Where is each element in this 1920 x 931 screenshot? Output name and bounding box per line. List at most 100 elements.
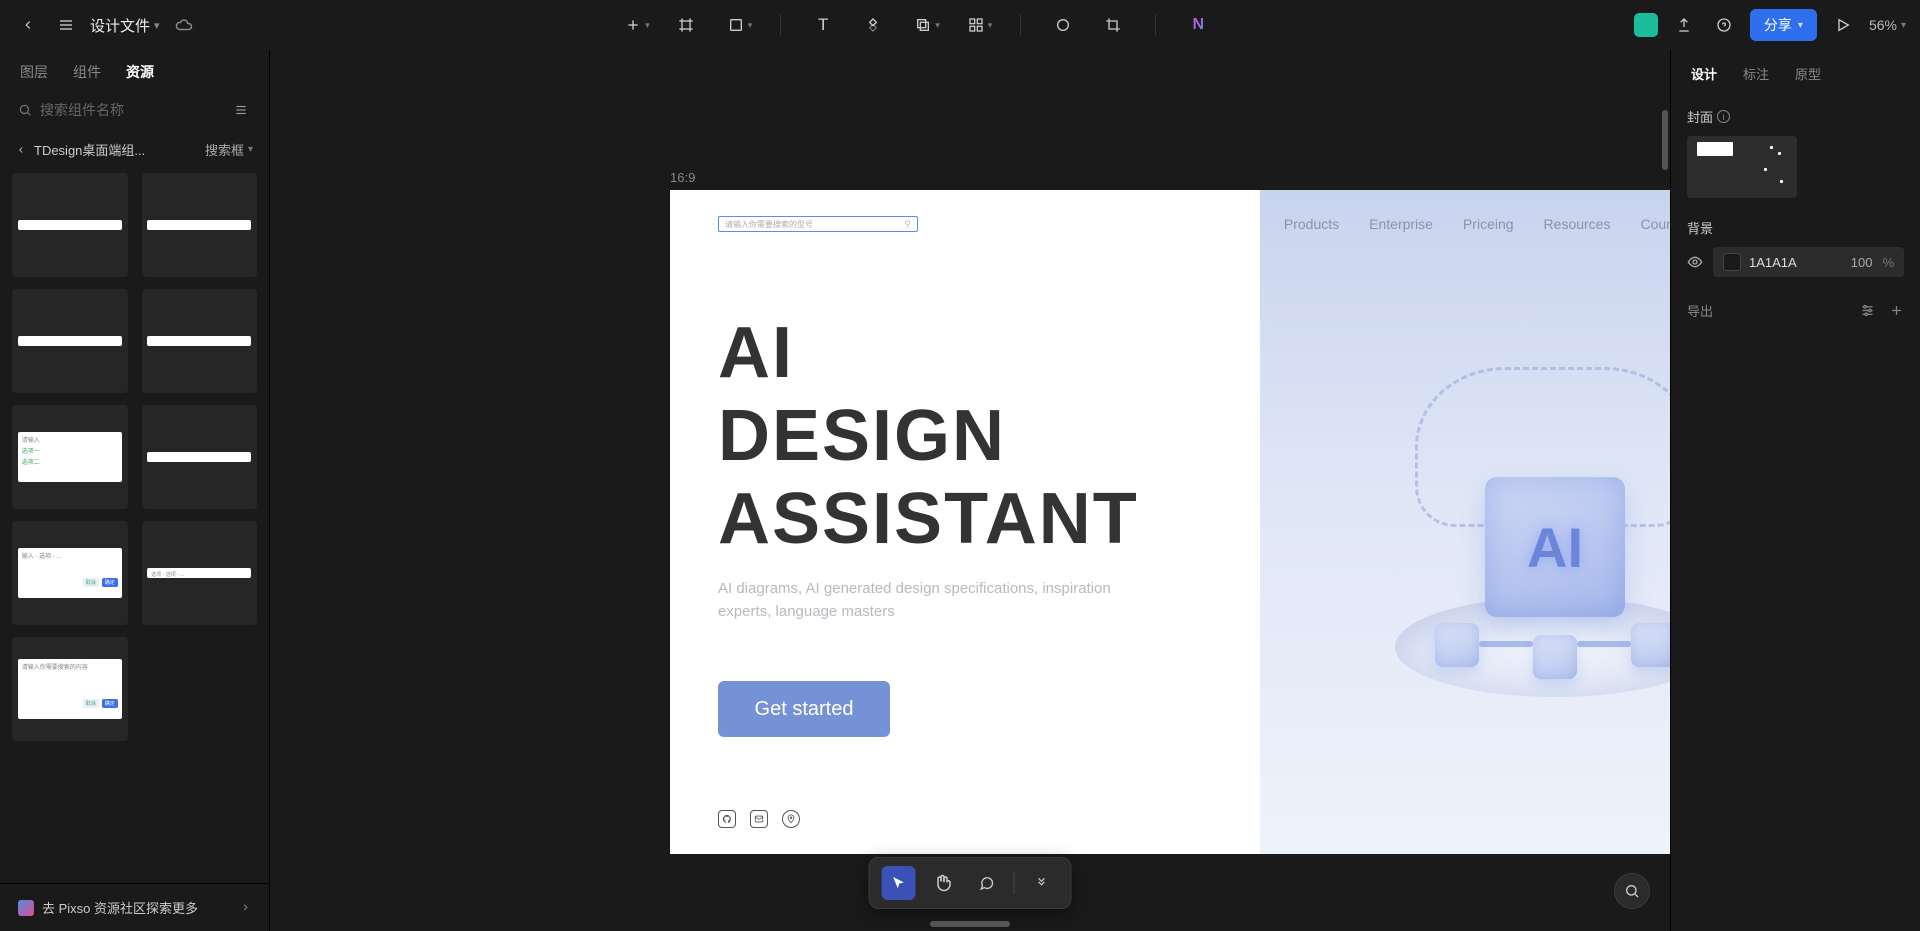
- export-section: 导出: [1671, 287, 1920, 334]
- mask-tool-icon[interactable]: [1049, 11, 1077, 39]
- nav-enterprise[interactable]: Enterprise: [1369, 216, 1433, 232]
- shape-tool[interactable]: ▾: [722, 11, 753, 39]
- tab-design[interactable]: 设计: [1691, 64, 1717, 83]
- crop-tool-icon[interactable]: [1099, 11, 1127, 39]
- frame-tool-icon[interactable]: [672, 11, 700, 39]
- tab-prototype[interactable]: 原型: [1795, 64, 1821, 83]
- rectangle-icon[interactable]: [722, 11, 750, 39]
- cursor-tool[interactable]: [882, 866, 916, 900]
- headline-2: DESIGN: [718, 395, 1212, 478]
- artboard-left: 请输入你需要搜索的型号 ⚲ AI DESIGN ASSISTANT AI dia…: [670, 190, 1260, 854]
- asset-thumb[interactable]: [142, 173, 258, 277]
- settings-icon[interactable]: [1860, 303, 1875, 318]
- location-icon[interactable]: [782, 810, 800, 828]
- play-icon[interactable]: [1829, 11, 1857, 39]
- cover-label-text: 封面: [1687, 107, 1713, 126]
- autolayout-icon[interactable]: [962, 11, 990, 39]
- cta-button[interactable]: Get started: [718, 681, 890, 737]
- asset-thumb[interactable]: 请输入选项一选项二: [12, 405, 128, 509]
- comment-tool[interactable]: [970, 866, 1004, 900]
- headline: AI DESIGN ASSISTANT: [718, 312, 1212, 560]
- asset-breadcrumb: TDesign桌面端组... 搜索框 ▾: [0, 126, 269, 173]
- tab-assets[interactable]: 资源: [126, 62, 154, 82]
- component-tool-icon[interactable]: [859, 11, 887, 39]
- zoom-fab[interactable]: [1614, 873, 1650, 909]
- footer-label: 去 Pixso 资源社区探索更多: [42, 898, 198, 917]
- artboard-right: Products Enterprise Priceing Resources C…: [1260, 190, 1670, 854]
- asset-thumb[interactable]: 请输入你需要搜索的内容取消确定: [12, 637, 128, 741]
- cover-thumbnail[interactable]: [1687, 136, 1797, 198]
- help-icon[interactable]: [1710, 11, 1738, 39]
- right-panel-tabs: 设计 标注 原型: [1671, 50, 1920, 97]
- asset-thumb[interactable]: [12, 173, 128, 277]
- nav-community[interactable]: Coummunity: [1640, 216, 1670, 232]
- layout-tool[interactable]: ▾: [962, 11, 993, 39]
- nav-resources[interactable]: Resources: [1544, 216, 1611, 232]
- info-icon[interactable]: i: [1717, 110, 1730, 123]
- frame-label[interactable]: 16:9: [670, 170, 695, 185]
- vertical-scrollbar[interactable]: [1662, 110, 1668, 170]
- tab-components[interactable]: 组件: [73, 62, 101, 82]
- search-icon: ⚲: [904, 219, 911, 230]
- chevron-down-icon: ▾: [154, 19, 160, 32]
- right-panel: 设计 标注 原型 封面 i 背景 1A1A1A 100: [1670, 50, 1920, 931]
- asset-thumb[interactable]: [12, 289, 128, 393]
- text-tool-icon[interactable]: T: [809, 11, 837, 39]
- nav-pricing[interactable]: Priceing: [1463, 216, 1514, 232]
- boolean-tool[interactable]: ▾: [909, 11, 940, 39]
- list-view-icon[interactable]: [231, 100, 251, 120]
- plus-icon[interactable]: [619, 11, 647, 39]
- asset-thumb[interactable]: 选项 - 选项 - ...: [142, 521, 258, 625]
- footer-icons: [718, 810, 1212, 828]
- divider: [780, 14, 781, 36]
- share-button[interactable]: 分享 ▾: [1750, 9, 1817, 41]
- asset-search-input[interactable]: [40, 102, 223, 118]
- link-shape: [1577, 641, 1631, 647]
- ai-cube: AI: [1485, 477, 1625, 617]
- chevron-down-icon: ▾: [1901, 20, 1906, 31]
- tab-layers[interactable]: 图层: [20, 62, 48, 82]
- cta-label: Get started: [755, 698, 854, 721]
- export-label: 导出: [1687, 301, 1713, 320]
- chevron-down-icon: ▾: [248, 144, 253, 155]
- export-icon[interactable]: [1670, 11, 1698, 39]
- asset-thumb[interactable]: [142, 289, 258, 393]
- ai-tool-icon[interactable]: N: [1184, 11, 1212, 39]
- node-shape: [1533, 635, 1577, 679]
- breadcrumb-back[interactable]: TDesign桌面端组...: [16, 140, 145, 159]
- tab-annotate[interactable]: 标注: [1743, 64, 1769, 83]
- add-tool[interactable]: ▾: [619, 11, 650, 39]
- nav-products[interactable]: Products: [1284, 216, 1339, 232]
- back-icon[interactable]: [14, 11, 42, 39]
- menu-icon[interactable]: [52, 11, 80, 39]
- breadcrumb-type[interactable]: 搜索框 ▾: [205, 140, 253, 159]
- github-icon[interactable]: [718, 810, 736, 828]
- search-placeholder: 请输入你需要搜索的型号: [725, 219, 813, 230]
- asset-thumb[interactable]: 输入 - 选项 - ...取消确定: [12, 521, 128, 625]
- canvas[interactable]: 16:9 请输入你需要搜索的型号 ⚲ AI DESIGN ASSISTANT A…: [270, 50, 1670, 931]
- illustration: AI: [1365, 347, 1670, 727]
- zoom-value: 56%: [1869, 17, 1897, 33]
- design-nav: Products Enterprise Priceing Resources C…: [1284, 210, 1670, 238]
- explore-community[interactable]: 去 Pixso 资源社区探索更多: [0, 883, 269, 931]
- cloud-sync-icon[interactable]: [170, 11, 198, 39]
- headline-3: ASSISTANT: [718, 478, 1212, 561]
- bg-opacity: 100: [1851, 255, 1873, 270]
- cover-label: 封面 i: [1687, 107, 1904, 126]
- more-tool[interactable]: [1025, 866, 1059, 900]
- file-title[interactable]: 设计文件 ▾: [90, 15, 160, 36]
- add-export-icon[interactable]: [1889, 303, 1904, 318]
- union-icon[interactable]: [909, 11, 937, 39]
- design-search-input[interactable]: 请输入你需要搜索的型号 ⚲: [718, 216, 918, 232]
- mail-icon[interactable]: [750, 810, 768, 828]
- zoom-level[interactable]: 56% ▾: [1869, 17, 1906, 33]
- avatar[interactable]: [1634, 13, 1658, 37]
- asset-thumb[interactable]: [142, 405, 258, 509]
- hand-tool[interactable]: [926, 866, 960, 900]
- artboard[interactable]: 请输入你需要搜索的型号 ⚲ AI DESIGN ASSISTANT AI dia…: [670, 190, 1670, 854]
- chevron-down-icon: ▾: [988, 20, 993, 31]
- visibility-icon[interactable]: [1687, 254, 1703, 270]
- bg-color-input[interactable]: 1A1A1A 100 %: [1713, 247, 1904, 277]
- horizontal-scrollbar[interactable]: [930, 921, 1010, 927]
- file-title-text: 设计文件: [90, 15, 150, 36]
